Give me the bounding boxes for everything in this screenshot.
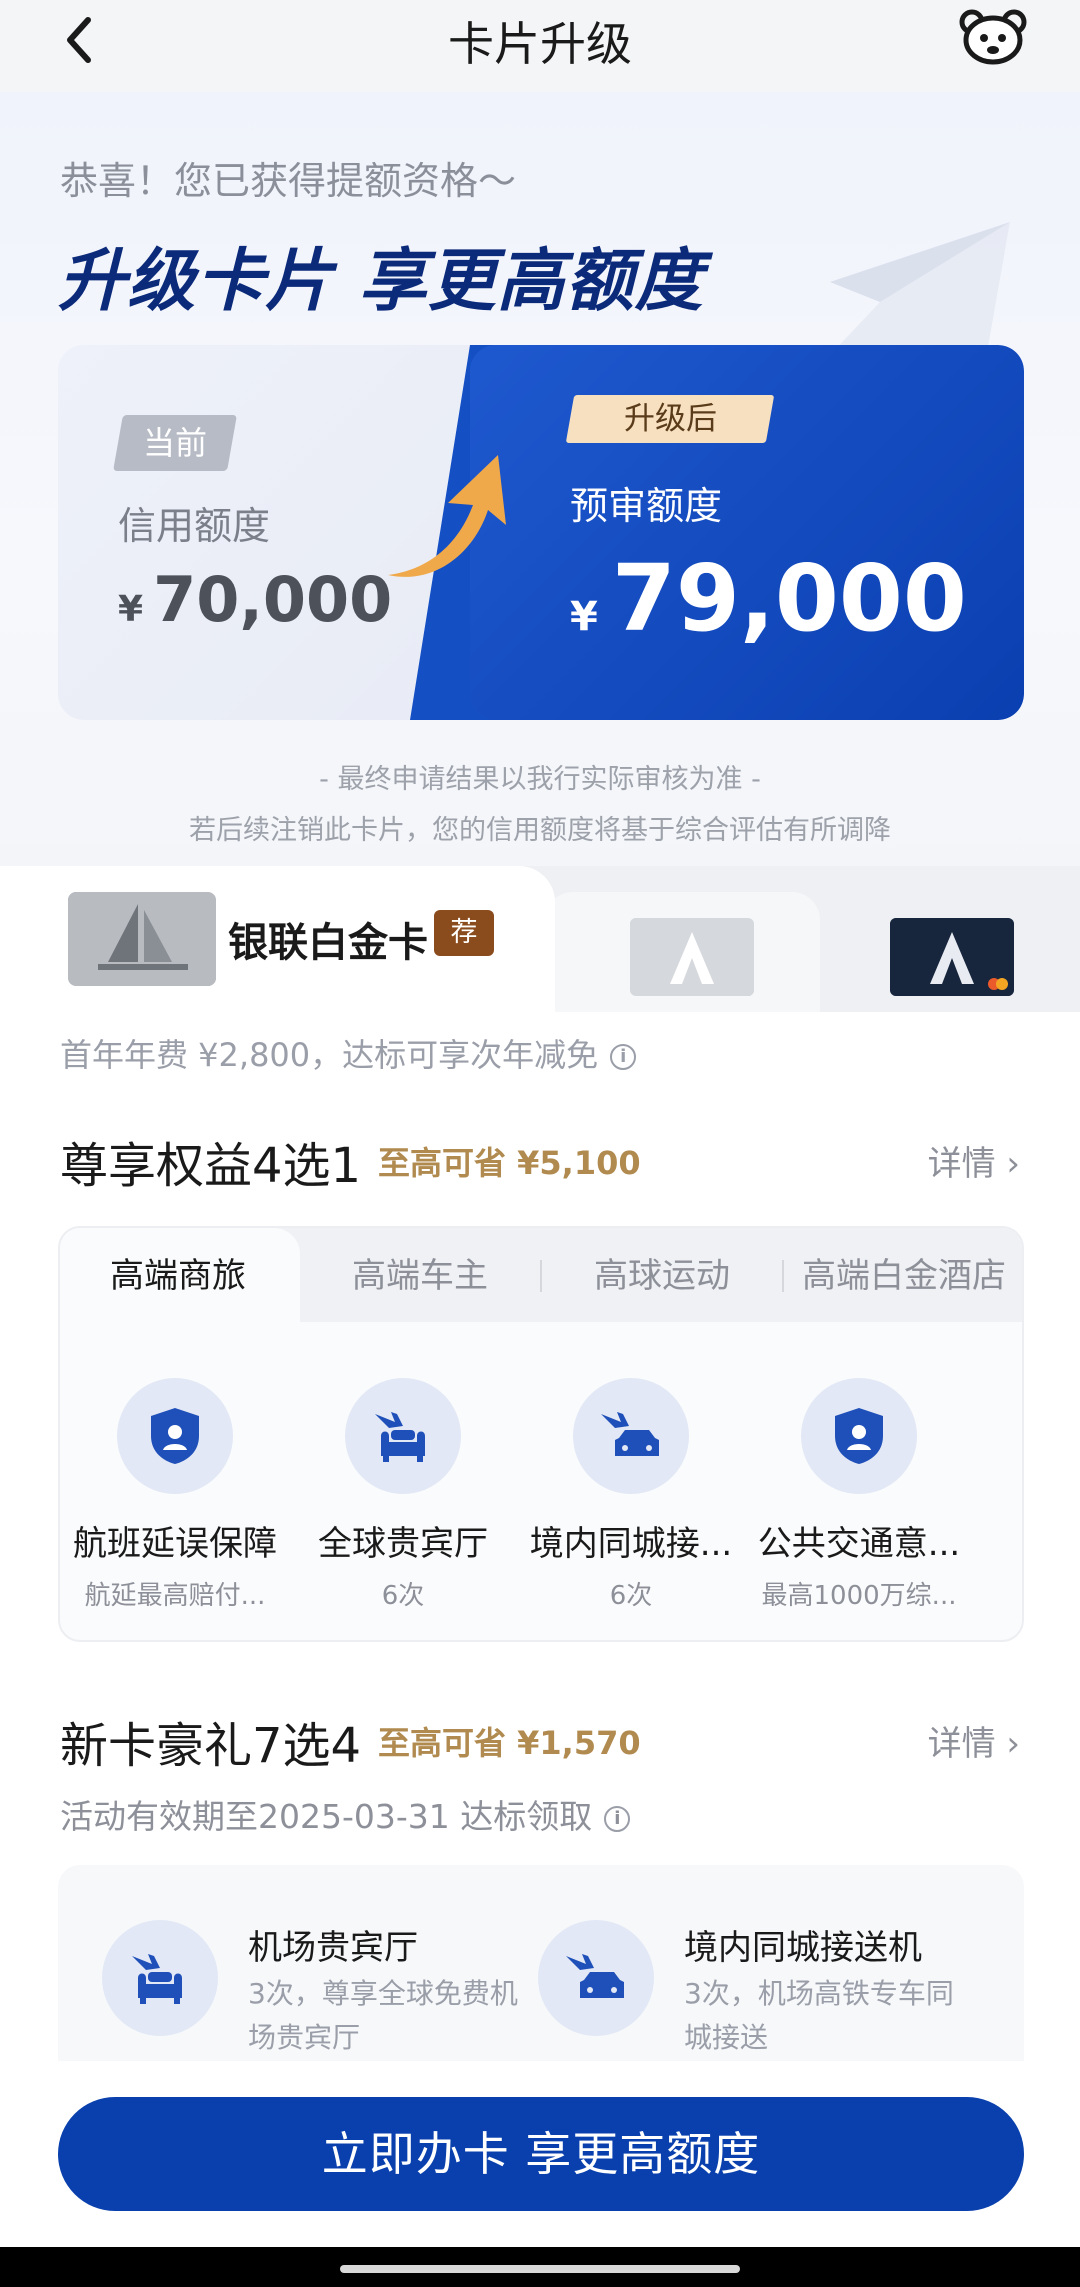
plane-car-icon [573, 1378, 689, 1494]
gift-validity: 活动有效期至2025-03-31 达标领取 i [60, 1790, 631, 1838]
info-icon[interactable]: i [610, 1044, 637, 1070]
card-tab-selected[interactable]: 银联白金卡 荐 [0, 866, 555, 1012]
annual-fee-text: 首年年费 ¥2,800，达标可享次年减免 i [60, 1030, 637, 1076]
credit-limit-comparison: 当前 信用额度 ¥70,000 升级后 预审额度 ¥79,000 [58, 345, 1024, 720]
preapproved-limit-label: 预审额度 [570, 484, 723, 528]
gifts-save: 至高可省 ¥1,570 [378, 1724, 641, 1762]
plane-sofa-icon [102, 1920, 218, 2036]
benefit-tabs: 高端商旅 高端车主 高球运动 高端白金酒店 [60, 1228, 1022, 1322]
page-title: 卡片升级 [448, 17, 632, 71]
benefit-sub: 6次 [381, 1581, 425, 1611]
current-limit-amount: ¥70,000 [118, 563, 393, 636]
dark-card-image[interactable] [890, 918, 1014, 996]
chevron-right-icon: › [1006, 1144, 1020, 1184]
tab-car-owner[interactable]: 高端车主 [352, 1248, 488, 1297]
congrats-text: 恭喜！您已获得提额资格～ [60, 159, 517, 203]
gift-name: 境内同城接送机 [684, 1928, 922, 1968]
upgraded-badge: 升级后 [565, 395, 775, 443]
shield-person-icon [117, 1378, 233, 1494]
disclaimer-text: - 最终申请结果以我行实际审核为准 - [319, 764, 761, 795]
tab-business-travel[interactable]: 高端商旅 [110, 1248, 246, 1297]
preapproved-limit-amount: ¥79,000 [570, 545, 967, 652]
benefit-sub: 最高1000万综... [761, 1581, 957, 1611]
gift-desc: 3次，尊享全球免费机场贵宾厅 [248, 1977, 518, 2054]
card-name: 银联白金卡 [228, 920, 428, 966]
top-bar: 卡片升级 [0, 0, 1080, 92]
plane-sofa-icon [345, 1378, 461, 1494]
platinum-card-image [68, 892, 216, 986]
card-selector: 银联白金卡 荐 [0, 866, 1080, 1012]
gifts-detail-link[interactable]: 详情 › [928, 1716, 1020, 1765]
recommend-badge: 荐 [434, 910, 494, 956]
plane-car-icon [538, 1920, 654, 2036]
benefit-item[interactable]: 境内同城接... 6次 [516, 1378, 746, 1612]
gifts-panel: 机场贵宾厅 3次，尊享全球免费机场贵宾厅 境内同城接送机 3次，机场高铁专车同城… [58, 1865, 1024, 2061]
tab-divider [540, 1260, 542, 1292]
chevron-right-icon: › [1006, 1724, 1020, 1764]
tab-divider [782, 1260, 784, 1292]
gifts-title: 新卡豪礼7选4 [60, 1718, 362, 1774]
benefit-sub: 6次 [609, 1581, 653, 1611]
upgrade-arrow-icon [388, 455, 506, 577]
home-indicator[interactable] [340, 2265, 740, 2273]
benefit-name: 境内同城接... [529, 1524, 733, 1564]
bear-service-icon[interactable] [958, 6, 1028, 68]
tab-platinum-hotel[interactable]: 高端白金酒店 [802, 1248, 1006, 1297]
benefits-panel: 高端商旅 高端车主 高球运动 高端白金酒店 航班延误保障 航延最高赔付... 全… [58, 1226, 1024, 1642]
benefits-detail-link[interactable]: 详情 › [928, 1136, 1020, 1185]
current-badge: 当前 [113, 415, 237, 471]
benefit-name: 公共交通意... [757, 1524, 961, 1564]
tab-golf[interactable]: 高球运动 [594, 1248, 730, 1297]
apply-card-button[interactable]: 立即办卡 享更高额度 [58, 2097, 1024, 2211]
info-icon[interactable]: i [604, 1805, 631, 1832]
benefit-item[interactable]: 全球贵宾厅 6次 [288, 1378, 518, 1612]
silver-card-image[interactable] [630, 918, 754, 996]
current-limit-label: 信用额度 [118, 504, 271, 548]
benefit-name: 全球贵宾厅 [318, 1524, 488, 1564]
benefit-name: 航班延误保障 [73, 1524, 277, 1564]
system-nav-bar [0, 2247, 1080, 2287]
benefit-item[interactable]: 公共交通意... 最高1000万综... [744, 1378, 974, 1612]
headline: 升级卡片 享更高额度 [58, 242, 704, 321]
benefits-save: 至高可省 ¥5,100 [378, 1144, 641, 1182]
benefit-sub: 航延最高赔付... [84, 1581, 266, 1611]
shield-person-icon [801, 1378, 917, 1494]
gift-name: 机场贵宾厅 [248, 1928, 418, 1968]
cancellation-note: 若后续注销此卡片，您的信用额度将基于综合评估有所调降 [189, 815, 891, 846]
benefit-item[interactable]: 航班延误保障 航延最高赔付... [60, 1378, 290, 1612]
gift-desc: 3次，机场高铁专车同城接送 [684, 1977, 954, 2054]
benefits-title: 尊享权益4选1 [60, 1138, 362, 1194]
